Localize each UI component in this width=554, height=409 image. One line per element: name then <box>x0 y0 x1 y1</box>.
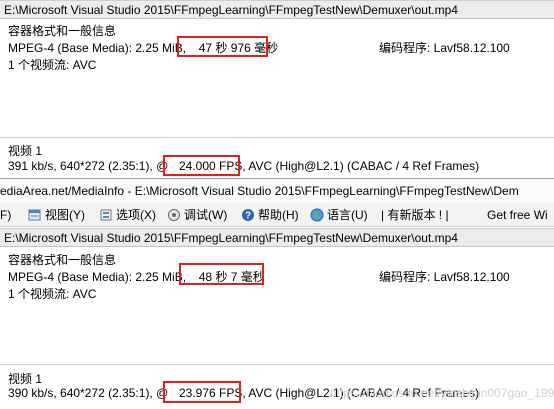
options-icon <box>100 209 112 221</box>
duration-highlight-box-2 <box>179 263 264 285</box>
video-codec: AVC (High@L2.1) (CABAC / 4 Ref Frames) <box>248 159 480 173</box>
video-heading-2: 视频 1 <box>8 372 43 386</box>
menu-get-free[interactable]: Get free Wi <box>487 203 548 227</box>
file-path: E:\Microsoft Visual Studio 2015\FFmpegLe… <box>4 3 458 17</box>
video-prefix-2: 390 kb/s, 640*272 (2.35:1), @ <box>8 386 169 400</box>
section-divider <box>0 137 554 138</box>
menu-view-label: 视图(Y) <box>45 208 85 222</box>
fps-highlight-box <box>163 155 240 176</box>
format-prefix: MPEG-4 (Base Media): 2.25 MiB, <box>8 41 187 55</box>
menu-language[interactable]: 语言(U) <box>310 203 368 227</box>
video-info: 391 kb/s, 640*272 (2.35:1), @ 24.000 FPS… <box>8 159 479 173</box>
file-path-2: E:\Microsoft Visual Studio 2015\FFmpegLe… <box>4 231 458 245</box>
section-divider-2 <box>0 364 554 365</box>
menu-options-label: 选项(X) <box>116 208 156 222</box>
format-prefix-2: MPEG-4 (Base Media): 2.25 MiB, <box>8 270 187 284</box>
fps-highlight-box-2 <box>163 381 241 403</box>
encoder-info-2: 编码程序: Lavf58.12.100 <box>379 270 510 284</box>
view-icon <box>28 209 41 221</box>
menu-help-label: 帮助(H) <box>258 208 299 222</box>
file-path-bar: E:\Microsoft Visual Studio 2015\FFmpegLe… <box>0 0 554 19</box>
menu-help[interactable]: ? 帮助(H) <box>241 203 299 227</box>
stream-count: 1 个视频流: AVC <box>8 58 97 72</box>
video-prefix: 391 kb/s, 640*272 (2.35:1), @ <box>8 159 169 173</box>
window-title: ediaArea.net/MediaInfo - E:\Microsoft Vi… <box>0 184 519 198</box>
debug-icon <box>168 209 180 221</box>
stream-count-2: 1 个视频流: AVC <box>8 287 97 301</box>
svg-text:?: ? <box>245 211 251 222</box>
help-icon: ? <box>242 209 254 222</box>
menu-bar: F) 视图(Y) 选项(X) 调试(W) ? 帮助(H) 语言(U) | 有新版… <box>0 203 554 227</box>
menu-debug-label: 调试(W) <box>184 208 228 222</box>
menu-options[interactable]: 选项(X) <box>99 203 156 227</box>
duration-highlight-box <box>177 36 268 57</box>
menu-new-version[interactable]: | 有新版本 ! | <box>381 203 449 227</box>
general-heading: 容器格式和一般信息 <box>8 24 117 38</box>
general-heading-2: 容器格式和一般信息 <box>8 253 117 267</box>
menu-file[interactable]: F) <box>0 203 11 227</box>
video-heading: 视频 1 <box>8 144 43 158</box>
globe-icon <box>310 208 324 222</box>
window-titlebar[interactable]: ediaArea.net/MediaInfo - E:\Microsoft Vi… <box>0 178 554 203</box>
menu-language-label: 语言(U) <box>327 208 368 222</box>
menu-view[interactable]: 视图(Y) <box>28 203 85 227</box>
menu-debug[interactable]: 调试(W) <box>167 203 227 227</box>
encoder-info: 编码程序: Lavf58.12.100 <box>379 41 510 55</box>
file-path-bar-2: E:\Microsoft Visual Studio 2015\FFmpegLe… <box>0 228 554 247</box>
blog-watermark: https://blog.csdn.net/yinshipin007gao_19… <box>330 386 554 400</box>
